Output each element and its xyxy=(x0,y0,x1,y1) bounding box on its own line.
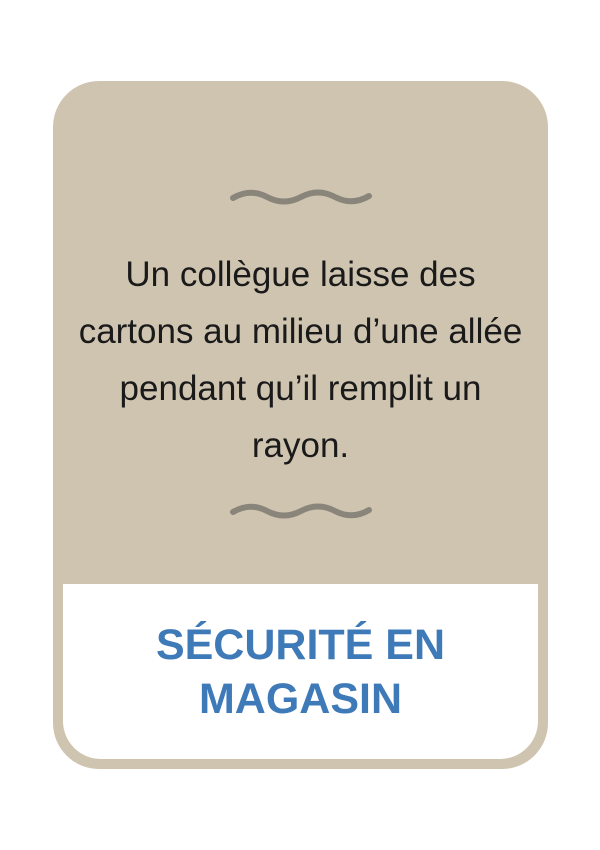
scenario-card: Un collègue laisse des cartons au milieu… xyxy=(53,81,548,769)
wave-ornament-icon xyxy=(230,503,372,519)
wave-ornament-icon xyxy=(230,189,372,205)
category-label: SÉCURITÉ EN MAGASIN xyxy=(155,621,446,723)
category-panel: SÉCURITÉ EN MAGASIN xyxy=(63,584,538,759)
scenario-text: Un collègue laisse des cartons au milieu… xyxy=(78,255,523,465)
